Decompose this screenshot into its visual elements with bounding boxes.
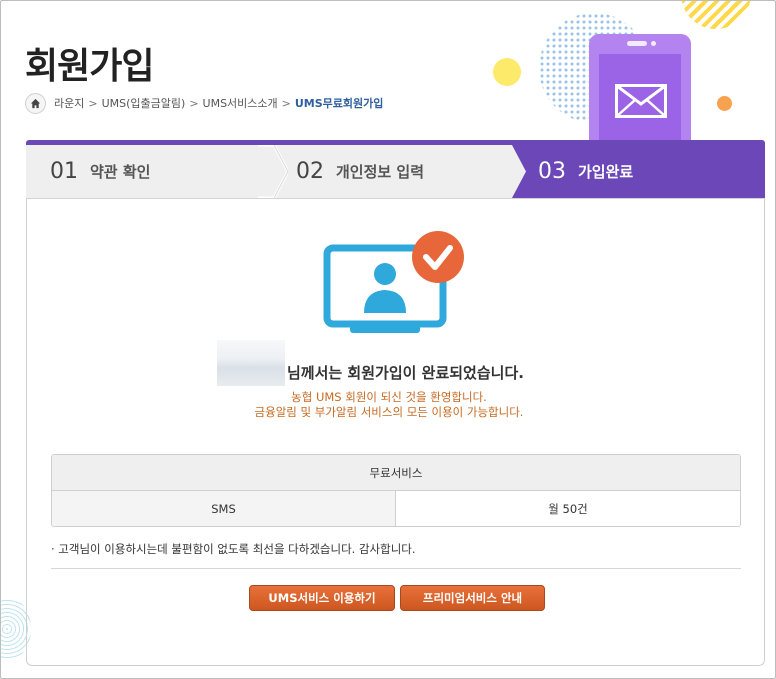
completion-message: 님께서는 회원가입이 완료되었습니다. <box>287 364 524 382</box>
breadcrumb-separator: > <box>189 96 199 110</box>
step-number: 02 <box>296 159 324 184</box>
phone-illustration <box>589 34 691 154</box>
premium-service-button[interactable]: 프리미엄서비스 안내 <box>400 585 545 611</box>
home-icon <box>30 98 41 108</box>
envelope-icon <box>615 84 667 118</box>
phone-camera <box>651 41 656 46</box>
orange-circle-decoration <box>717 96 732 111</box>
stripes-decoration <box>681 1 751 29</box>
step-label: 개인정보 입력 <box>336 163 425 181</box>
page-title: 회원가입 <box>25 46 154 87</box>
step-terms: 01 약관 확인 <box>26 145 274 198</box>
step-number: 03 <box>538 159 566 184</box>
ums-service-button[interactable]: UMS서비스 이용하기 <box>249 585 395 611</box>
yellow-circle-decoration <box>493 58 521 86</box>
breadcrumb: 라운지 > UMS(입출금알림) > UMS서비스소개 > UMS무료회원가입 <box>25 92 383 114</box>
breadcrumb-separator: > <box>88 96 98 110</box>
step-chevron <box>500 145 530 198</box>
table-row: SMS 월 50건 <box>52 491 740 526</box>
phone-speaker <box>627 41 647 46</box>
masked-user-name <box>217 340 285 386</box>
divider <box>51 568 741 569</box>
service-availability-message: 금융알림 및 부가알림 서비스의 모든 이용이 가능합니다. <box>254 405 524 419</box>
breadcrumb-item-ums-intro[interactable]: UMS서비스소개 <box>203 95 278 111</box>
breadcrumb-separator: > <box>281 96 291 110</box>
step-label: 가입완료 <box>578 163 634 181</box>
step-number: 01 <box>50 159 78 184</box>
table-header: 무료서비스 <box>52 455 740 491</box>
home-button[interactable] <box>25 92 46 114</box>
service-name-cell: SMS <box>52 491 396 526</box>
breadcrumb-item-ums-alert[interactable]: UMS(입출금알림) <box>102 95 186 111</box>
step-info: 02 개인정보 입력 <box>274 145 522 198</box>
page-frame: 회원가입 라운지 > UMS(입출금알림) > UMS서비스소개 > UMS무료… <box>0 0 776 679</box>
step-label: 약관 확인 <box>90 163 151 181</box>
phone-screen <box>599 54 681 154</box>
signup-steps: 01 약관 확인 02 개인정보 입력 03 가입완료 <box>26 140 765 200</box>
step-complete: 03 가입완료 <box>500 145 765 198</box>
step-chevron <box>258 145 288 198</box>
thanks-note: · 고객님이 이용하시는데 불편함이 없도록 최선을 다하겠습니다. 감사합니다… <box>51 542 416 556</box>
breadcrumb-item-lounge[interactable]: 라운지 <box>54 95 84 111</box>
welcome-message: 농협 UMS 회원이 되신 것을 환영합니다. <box>291 390 487 404</box>
breadcrumb-current: UMS무료회원가입 <box>294 97 384 110</box>
monitor-user-icon <box>323 231 464 333</box>
service-value-cell: 월 50건 <box>396 491 740 526</box>
free-service-table: 무료서비스 SMS 월 50건 <box>51 454 741 527</box>
